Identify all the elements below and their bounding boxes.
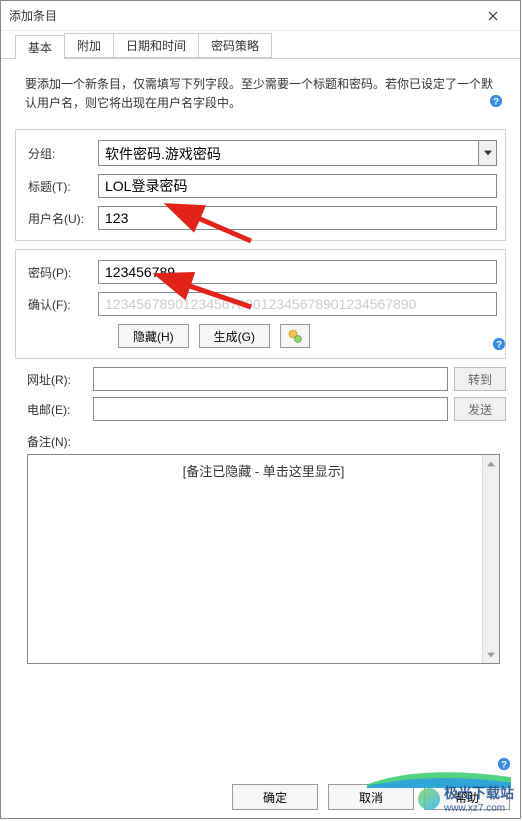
help-icon[interactable]: ? <box>488 93 504 109</box>
close-icon <box>488 11 498 21</box>
group-fieldset: 分组: 软件密码.游戏密码 标题(T): 用户名(U): <box>15 129 506 241</box>
tab-pwdpolicy[interactable]: 密码策略 <box>198 33 272 58</box>
scroll-up-icon[interactable] <box>483 455 499 472</box>
notes-area[interactable]: [备注已隐藏 - 单击这里显示] <box>27 454 500 664</box>
email-row: 电邮(E): 发送 <box>15 397 506 421</box>
tab-basic[interactable]: 基本 <box>15 35 65 59</box>
title-bar: 添加条目 <box>1 1 520 31</box>
chevron-down-icon <box>478 141 496 165</box>
watermark-url: www.xz7.com <box>444 803 514 814</box>
url-input[interactable] <box>93 367 448 391</box>
tab-datetime[interactable]: 日期和时间 <box>113 33 199 58</box>
generate-button[interactable]: 生成(G) <box>199 324 270 348</box>
tab-panel: 要添加一个新条目，仅需填写下列字段。至少需要一个标题和密码。若你已设定了一个默认… <box>11 61 510 768</box>
email-input[interactable] <box>93 397 448 421</box>
svg-text:?: ? <box>501 760 507 771</box>
email-label: 电邮(E): <box>15 401 93 418</box>
scroll-track[interactable] <box>483 472 499 646</box>
notes-scrollbar[interactable] <box>482 455 499 663</box>
password-label: 密码(P): <box>28 264 98 281</box>
tab-bar: 基本 附加 日期和时间 密码策略 <box>1 31 520 59</box>
confirm-input[interactable] <box>98 292 497 316</box>
description-text: 要添加一个新条目，仅需填写下列字段。至少需要一个标题和密码。若你已设定了一个默认… <box>11 61 510 123</box>
description-label: 要添加一个新条目，仅需填写下列字段。至少需要一个标题和密码。若你已设定了一个默认… <box>25 77 493 110</box>
username-label: 用户名(U): <box>28 210 98 227</box>
send-button[interactable]: 发送 <box>454 397 506 421</box>
password-input[interactable] <box>98 260 497 284</box>
notes-hidden-text[interactable]: [备注已隐藏 - 单击这里显示] <box>28 455 499 486</box>
ok-button[interactable]: 确定 <box>232 784 318 810</box>
tab-addon[interactable]: 附加 <box>64 33 114 58</box>
help-icon[interactable]: ? <box>491 336 507 352</box>
title-input[interactable] <box>98 174 497 198</box>
profile-button[interactable] <box>280 324 310 348</box>
watermark: 极光下载站 www.xz7.com <box>418 783 514 814</box>
title-label: 标题(T): <box>28 178 98 195</box>
goto-button[interactable]: 转到 <box>454 367 506 391</box>
group-value: 软件密码.游戏密码 <box>105 146 221 162</box>
confirm-label: 确认(F): <box>28 296 98 313</box>
url-label: 网址(R): <box>15 371 93 388</box>
window-title: 添加条目 <box>9 7 470 24</box>
svg-text:?: ? <box>496 340 502 351</box>
close-button[interactable] <box>470 1 516 31</box>
notes-label: 备注(N): <box>11 427 510 454</box>
window: 添加条目 基本 附加 日期和时间 密码策略 要添加一个新条目，仅需填写下列字段。… <box>0 0 521 819</box>
group-combo[interactable]: 软件密码.游戏密码 <box>98 140 497 166</box>
svg-text:?: ? <box>493 97 499 108</box>
username-input[interactable] <box>98 206 497 230</box>
scroll-down-icon[interactable] <box>483 646 499 663</box>
watermark-logo-icon <box>418 788 440 810</box>
hide-button[interactable]: 隐藏(H) <box>118 324 189 348</box>
group-label: 分组: <box>28 145 98 162</box>
profile-icon <box>287 328 303 344</box>
watermark-name: 极光下载站 <box>444 783 514 803</box>
url-row: 网址(R): 转到 <box>15 367 506 391</box>
password-fieldset: 密码(P): 确认(F): 隐藏(H) 生成(G) ? <box>15 249 506 359</box>
